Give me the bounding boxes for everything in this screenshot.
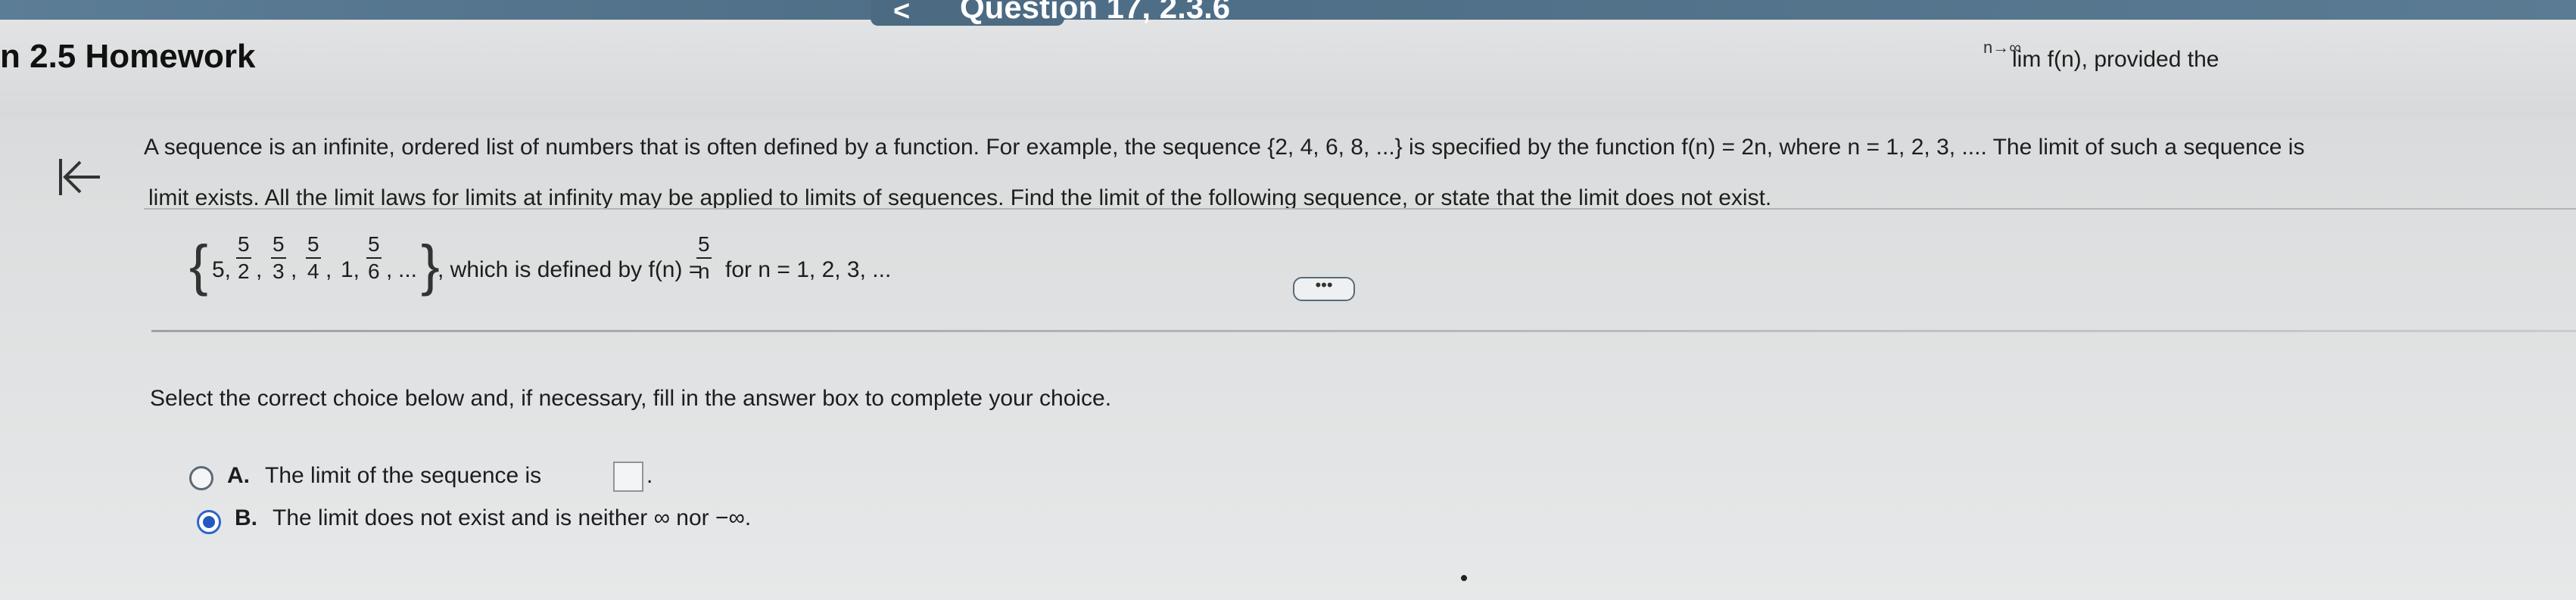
seq-term-first: 5, (212, 257, 232, 282)
radio-choice-a[interactable] (189, 466, 213, 490)
problem-text-line2: limit exists. All the limit laws for lim… (148, 185, 1772, 210)
domain-text: for n = 1, 2, 3, ... (725, 257, 892, 282)
function-fraction: 5n (696, 232, 712, 283)
instruction-text: Select the correct choice below and, if … (150, 386, 1112, 411)
cursor-dot (1461, 575, 1467, 581)
seq-fraction: 52 (236, 232, 251, 283)
choice-text: The limit of the sequence is (265, 463, 542, 488)
defined-by-text: , which is defined by f(n) = (438, 257, 702, 282)
page-title: n 2.5 Homework (0, 38, 256, 75)
more-button[interactable]: ••• (1293, 277, 1355, 301)
radio-choice-b[interactable] (197, 510, 221, 534)
seq-fraction: 54 (306, 232, 321, 283)
seq-fraction: 56 (366, 232, 382, 283)
seq-term-one: 1, (341, 257, 360, 282)
question-label: Question 17, 2.3.6 (960, 0, 1231, 25)
problem-text-line1-right: lim f(n), provided the (2012, 47, 2219, 72)
top-bar (0, 0, 2576, 20)
choice-letter: B. (235, 505, 257, 530)
left-brace: { (189, 234, 208, 297)
problem-text-line1: A sequence is an infinite, ordered list … (144, 135, 2305, 160)
divider (144, 208, 2576, 210)
back-to-start-icon[interactable] (55, 151, 106, 203)
previous-question-button[interactable]: < (893, 0, 910, 28)
choice-text: The limit does not exist and is neither … (273, 505, 752, 530)
choice-letter: A. (227, 463, 250, 488)
seq-ellipsis: ... (398, 257, 418, 282)
right-brace: } (421, 234, 440, 297)
answer-input-box[interactable] (613, 462, 643, 492)
divider (151, 330, 2576, 332)
seq-fraction: 53 (271, 232, 286, 283)
